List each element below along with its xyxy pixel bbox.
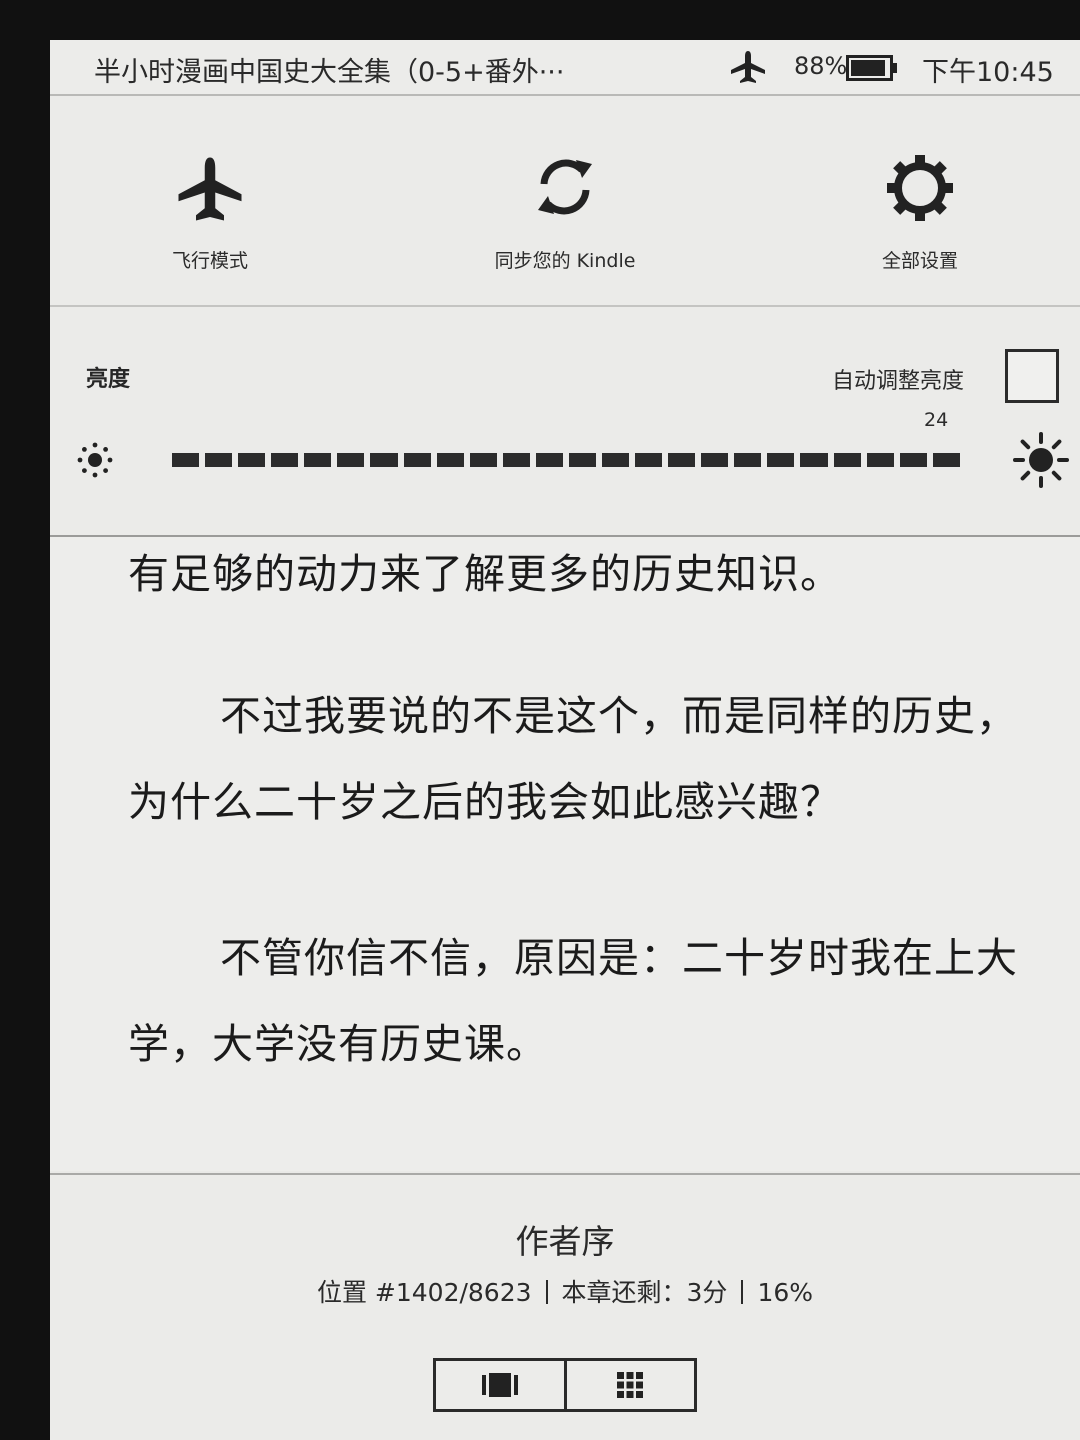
kindle-screen: 半小时漫画中国史大全集（0-5+番外··· 88% 下午10:45 飞行模式 同… (50, 40, 1080, 1440)
auto-brightness-checkbox[interactable] (1005, 349, 1059, 403)
sync-icon (538, 159, 592, 215)
brightness-segment[interactable] (304, 453, 332, 467)
paragraph: 有足够的动力来了解更多的历史知识。 (128, 550, 842, 598)
brightness-segment[interactable] (899, 453, 927, 467)
brightness-segment[interactable] (767, 453, 795, 467)
brightness-panel: 亮度 自动调整亮度 24 (50, 307, 1080, 537)
brightness-segment[interactable] (701, 453, 729, 467)
grid-view-button[interactable] (563, 1361, 695, 1409)
brightness-segment[interactable] (469, 453, 497, 467)
battery-percent: 88% (794, 52, 848, 80)
grid-view-icon (617, 1372, 644, 1398)
page-flip-button[interactable] (436, 1361, 564, 1409)
chapter-title[interactable]: 作者序 (50, 1215, 1080, 1263)
chapter-remaining-text: 本章还剩：3分 (561, 1278, 728, 1307)
all-settings-button[interactable]: 全部设置 (840, 96, 1000, 305)
auto-brightness-label: 自动调整亮度 (832, 369, 965, 394)
brightness-segment[interactable] (932, 453, 960, 467)
status-bar: 半小时漫画中国史大全集（0-5+番外··· 88% 下午10:45 (50, 40, 1080, 96)
brightness-segment[interactable] (602, 453, 630, 467)
brightness-value: 24 (924, 409, 949, 431)
gear-icon (887, 155, 953, 221)
sync-kindle-label: 同步您的 Kindle (494, 250, 636, 272)
brightness-increase-icon[interactable] (1012, 431, 1070, 489)
brightness-slider[interactable] (172, 453, 960, 469)
navigation-buttons (433, 1358, 697, 1412)
airplane-icon (178, 157, 242, 221)
battery-icon (846, 55, 897, 81)
divider (545, 1280, 548, 1304)
clock: 下午10:45 (922, 57, 1054, 88)
brightness-segment[interactable] (866, 453, 894, 467)
brightness-segment[interactable] (568, 453, 597, 467)
brightness-segment[interactable] (436, 453, 464, 467)
brightness-segment[interactable] (635, 453, 663, 467)
all-settings-label: 全部设置 (881, 250, 958, 272)
brightness-segment[interactable] (172, 453, 200, 467)
quick-actions-panel: 飞行模式 同步您的 Kindle 全部设置 (50, 96, 1080, 307)
reading-area[interactable]: 有足够的动力来了解更多的历史知识。 不过我要说的不是这个，而是同样的历史，为什么… (50, 537, 1080, 1171)
brightness-segment[interactable] (800, 453, 828, 467)
reading-footer: 作者序 位置 #1402/8623 本章还剩：3分 16% (50, 1173, 1080, 1440)
book-title[interactable]: 半小时漫画中国史大全集（0-5+番外··· (94, 50, 614, 89)
airplane-icon (731, 51, 765, 83)
brightness-segment[interactable] (271, 453, 299, 467)
sync-kindle-button[interactable]: 同步您的 Kindle (455, 96, 675, 305)
page-flip-icon (481, 1373, 518, 1397)
airplane-mode-label: 飞行模式 (171, 250, 248, 272)
paragraph: 不过我要说的不是这个，而是同样的历史，为什么二十岁之后的我会如此感兴趣？ (128, 692, 1018, 826)
location-text: 位置 #1402/8623 (316, 1278, 532, 1307)
airplane-mode-button[interactable]: 飞行模式 (130, 96, 290, 305)
reading-progress[interactable]: 位置 #1402/8623 本章还剩：3分 16% (50, 1273, 1080, 1309)
brightness-segment[interactable] (502, 453, 530, 467)
brightness-label: 亮度 (86, 367, 131, 392)
brightness-segment[interactable] (668, 453, 696, 467)
brightness-segment[interactable] (238, 453, 266, 467)
brightness-segment[interactable] (403, 453, 431, 467)
brightness-segment[interactable] (205, 453, 233, 467)
brightness-segment[interactable] (734, 453, 762, 467)
brightness-segment[interactable] (370, 453, 398, 467)
brightness-segment[interactable] (535, 453, 563, 467)
brightness-decrease-icon[interactable] (76, 441, 114, 479)
percent-text: 16% (757, 1278, 814, 1307)
divider (741, 1280, 744, 1304)
paragraph: 不管你信不信，原因是：二十岁时我在上大学，大学没有历史课。 (128, 934, 1018, 1068)
brightness-segment[interactable] (337, 453, 365, 467)
brightness-segment[interactable] (833, 453, 861, 467)
